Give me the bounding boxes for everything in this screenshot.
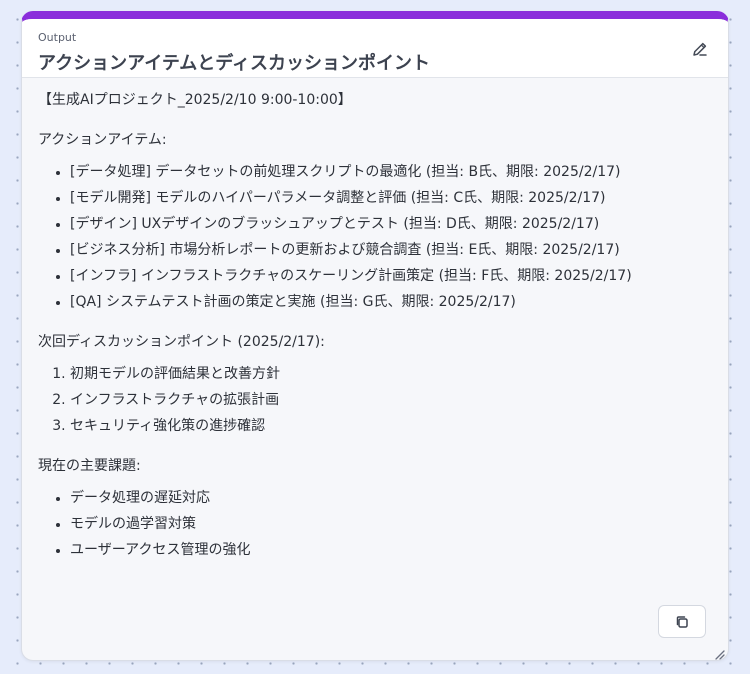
action-items-list: [データ処理] データセットの前処理スクリプトの最適化 (担当: B氏、期限: … <box>70 159 712 315</box>
list-item: セキュリティ強化策の進捗確認 <box>70 413 712 439</box>
pencil-icon <box>693 42 707 56</box>
list-item: 初期モデルの評価結果と改善方針 <box>70 361 712 387</box>
list-item: [インフラ] インフラストラクチャのスケーリング計画策定 (担当: F氏、期限:… <box>70 263 712 289</box>
output-content: 【生成AIプロジェクト_2025/2/10 9:00-10:00】 アクションア… <box>38 87 712 563</box>
discussion-points-label: 次回ディスカッションポイント (2025/2/17): <box>38 334 325 350</box>
edit-button[interactable] <box>690 39 710 59</box>
resize-handle-icon <box>715 650 725 660</box>
list-item: [ビジネス分析] 市場分析レポートの更新および競合調査 (担当: E氏、期限: … <box>70 237 712 263</box>
meeting-heading: 【生成AIプロジェクト_2025/2/10 9:00-10:00】 <box>38 92 352 108</box>
list-item: [モデル開発] モデルのハイパーパラメータ調整と評価 (担当: C氏、期限: 2… <box>70 185 712 211</box>
list-item: データ処理の遅延対応 <box>70 485 712 511</box>
panel-title: アクションアイテムとディスカッションポイント <box>38 53 431 74</box>
issues-list: データ処理の遅延対応 モデルの過学習対策 ユーザーアクセス管理の強化 <box>70 485 712 563</box>
copy-button[interactable] <box>658 605 706 638</box>
list-item: [QA] システムテスト計画の策定と実施 (担当: G氏、期限: 2025/2/… <box>70 289 712 315</box>
panel-header: Output アクションアイテムとディスカッションポイント <box>22 19 728 78</box>
list-item: [デザイン] UXデザインのブラッシュアップとテスト (担当: D氏、期限: 2… <box>70 211 712 237</box>
list-item: [データ処理] データセットの前処理スクリプトの最適化 (担当: B氏、期限: … <box>70 159 712 185</box>
copy-icon <box>676 615 688 628</box>
discussion-points-list: 初期モデルの評価結果と改善方針 インフラストラクチャの拡張計画 セキュリティ強化… <box>70 361 712 439</box>
list-item: モデルの過学習対策 <box>70 511 712 537</box>
panel-overline: Output <box>38 31 77 44</box>
output-panel: Output アクションアイテムとディスカッションポイント 【生成AIプロジェク… <box>21 11 729 661</box>
action-items-label: アクションアイテム: <box>38 132 167 148</box>
list-item: インフラストラクチャの拡張計画 <box>70 387 712 413</box>
resize-handle[interactable] <box>713 645 725 660</box>
list-item: ユーザーアクセス管理の強化 <box>70 537 712 563</box>
issues-label: 現在の主要課題: <box>38 458 141 474</box>
